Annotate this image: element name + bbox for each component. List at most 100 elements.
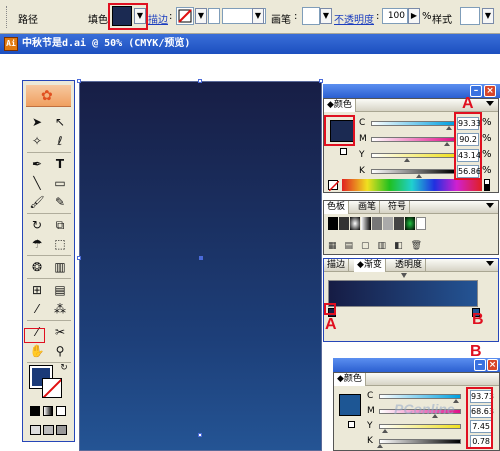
- stroke-weight-spinner[interactable]: [208, 8, 220, 24]
- stroke-color-box[interactable]: [42, 378, 62, 398]
- toolbar-grip[interactable]: [6, 6, 9, 28]
- delete-swatch-icon[interactable]: 🗑: [411, 241, 430, 251]
- selection-handle-bc[interactable]: [198, 433, 202, 437]
- pen-tool-icon[interactable]: ✒: [27, 155, 47, 174]
- panel-menu-icon[interactable]: [486, 101, 494, 106]
- eyedropper-icon[interactable]: ⁄: [27, 300, 47, 319]
- swap-colors-icon[interactable]: ↻: [57, 362, 71, 374]
- gradient-tool-icon[interactable]: ▤: [50, 281, 70, 300]
- tools-banner[interactable]: ✿: [26, 85, 71, 107]
- slider-thumb-icon[interactable]: [376, 444, 383, 448]
- gradient-mode-icon[interactable]: [43, 406, 53, 416]
- paintbrush-icon[interactable]: 🖌: [27, 193, 47, 212]
- scale-tool-icon[interactable]: ⧉: [50, 216, 70, 235]
- line-tool-icon[interactable]: ╲: [27, 174, 47, 193]
- full-screen-icon[interactable]: [56, 425, 67, 435]
- stroke-link[interactable]: 描边: [148, 11, 168, 26]
- close-icon[interactable]: ×: [484, 85, 496, 97]
- swatch[interactable]: [394, 217, 404, 230]
- slider-thumb-icon[interactable]: [404, 158, 411, 162]
- scissors-icon[interactable]: ✂: [50, 323, 70, 342]
- tab-symbols[interactable]: 符号: [385, 201, 411, 214]
- style-dropdown-chevron-icon[interactable]: ▼: [482, 8, 494, 24]
- brush-dropdown-chevron-icon[interactable]: ▼: [320, 8, 332, 24]
- channel-slider[interactable]: [371, 137, 455, 142]
- panel-menu-icon[interactable]: [486, 203, 494, 208]
- channel-slider[interactable]: [371, 121, 455, 126]
- opacity-dropdown-chevron-icon[interactable]: ▶: [408, 8, 420, 24]
- minimize-icon[interactable]: –: [474, 359, 486, 371]
- swatch[interactable]: [405, 217, 415, 230]
- swatch[interactable]: [383, 217, 393, 230]
- swatch[interactable]: [328, 217, 338, 230]
- gradient-rectangle[interactable]: [79, 81, 322, 451]
- channel-slider[interactable]: [379, 439, 461, 444]
- normal-screen-icon[interactable]: [30, 425, 41, 435]
- stroke-color-preview[interactable]: [348, 421, 355, 428]
- slider-thumb-icon[interactable]: [443, 142, 450, 146]
- channel-slider[interactable]: [379, 424, 461, 429]
- selection-handle-tl[interactable]: [77, 79, 81, 83]
- rectangle-tool-icon[interactable]: ▭: [50, 174, 70, 193]
- tab-swatches[interactable]: 色板: [324, 201, 350, 214]
- stroke-swatch[interactable]: [176, 7, 194, 25]
- color-spectrum-bar[interactable]: [342, 179, 482, 191]
- channel-slider[interactable]: [371, 153, 455, 158]
- panel-menu-icon[interactable]: [486, 261, 494, 266]
- channel-slider[interactable]: [379, 394, 461, 399]
- symbol-sprayer-icon[interactable]: ❂: [27, 258, 47, 277]
- swatch[interactable]: [350, 217, 360, 230]
- lasso-icon[interactable]: ℓ: [50, 132, 70, 151]
- selection-handle-tc[interactable]: [198, 79, 202, 83]
- selection-handle-tr[interactable]: [319, 79, 323, 83]
- pencil-icon[interactable]: ✎: [50, 193, 70, 212]
- magic-wand-icon[interactable]: ✧: [27, 132, 47, 151]
- selection-handle-ml[interactable]: [77, 256, 81, 260]
- channel-slider[interactable]: [371, 169, 455, 174]
- opacity-link[interactable]: 不透明度: [334, 11, 374, 26]
- swatch-libraries-icon[interactable]: ▦: [328, 241, 345, 251]
- close-icon[interactable]: ×: [487, 359, 498, 371]
- tab-brushes[interactable]: 画笔: [355, 201, 381, 214]
- new-swatch-icon[interactable]: ◧: [394, 241, 411, 251]
- tab-stroke[interactable]: 描边: [324, 259, 350, 272]
- selection-tool-icon[interactable]: ➤: [27, 113, 47, 132]
- slider-thumb-icon[interactable]: [382, 429, 389, 433]
- none-swatch-icon[interactable]: [328, 180, 340, 192]
- stroke-weight-chevron-icon[interactable]: ▼: [252, 8, 264, 24]
- swatch[interactable]: [416, 217, 426, 230]
- new-color-group-icon[interactable]: ▥: [378, 241, 395, 251]
- tab-transparency[interactable]: 透明度: [392, 259, 427, 272]
- swatch[interactable]: [361, 217, 371, 230]
- swatch[interactable]: [372, 217, 382, 230]
- rotate-tool-icon[interactable]: ↻: [27, 216, 47, 235]
- gradient-midpoint-icon[interactable]: [401, 273, 407, 278]
- style-swatch[interactable]: [460, 7, 480, 25]
- fill-color-preview[interactable]: [339, 394, 361, 416]
- direct-selection-tool-icon[interactable]: ↖: [50, 113, 70, 132]
- swatch-options-icon[interactable]: ▢: [361, 241, 378, 251]
- mesh-tool-icon[interactable]: ⊞: [27, 281, 47, 300]
- hand-tool-icon[interactable]: ✋: [27, 342, 47, 361]
- tab-color[interactable]: ◆颜色: [324, 99, 356, 112]
- none-mode-icon[interactable]: [56, 406, 66, 416]
- slider-thumb-icon[interactable]: [446, 126, 453, 130]
- tab-color[interactable]: ◆颜色: [334, 373, 366, 386]
- zoom-tool-icon[interactable]: ⚲: [50, 342, 70, 361]
- swatch[interactable]: [339, 217, 349, 230]
- stroke-dropdown-chevron-icon[interactable]: ▼: [195, 8, 207, 24]
- opacity-input[interactable]: 100: [382, 8, 408, 24]
- graph-tool-icon[interactable]: ▥: [50, 258, 70, 277]
- type-tool-icon[interactable]: T: [50, 155, 70, 174]
- blend-tool-icon[interactable]: ⁂: [50, 300, 70, 319]
- free-transform-icon[interactable]: ⬚: [50, 235, 70, 254]
- slider-thumb-icon[interactable]: [415, 174, 422, 178]
- full-screen-menu-icon[interactable]: [43, 425, 54, 435]
- show-swatch-kinds-icon[interactable]: ▤: [345, 241, 362, 251]
- stroke-color-preview[interactable]: [340, 148, 347, 155]
- brush-swatch[interactable]: [302, 7, 320, 25]
- warp-tool-icon[interactable]: ☂: [27, 235, 47, 254]
- gradient-slider-bar[interactable]: [328, 280, 478, 307]
- color-mode-icon[interactable]: [30, 406, 40, 416]
- black-swatch[interactable]: [484, 185, 490, 191]
